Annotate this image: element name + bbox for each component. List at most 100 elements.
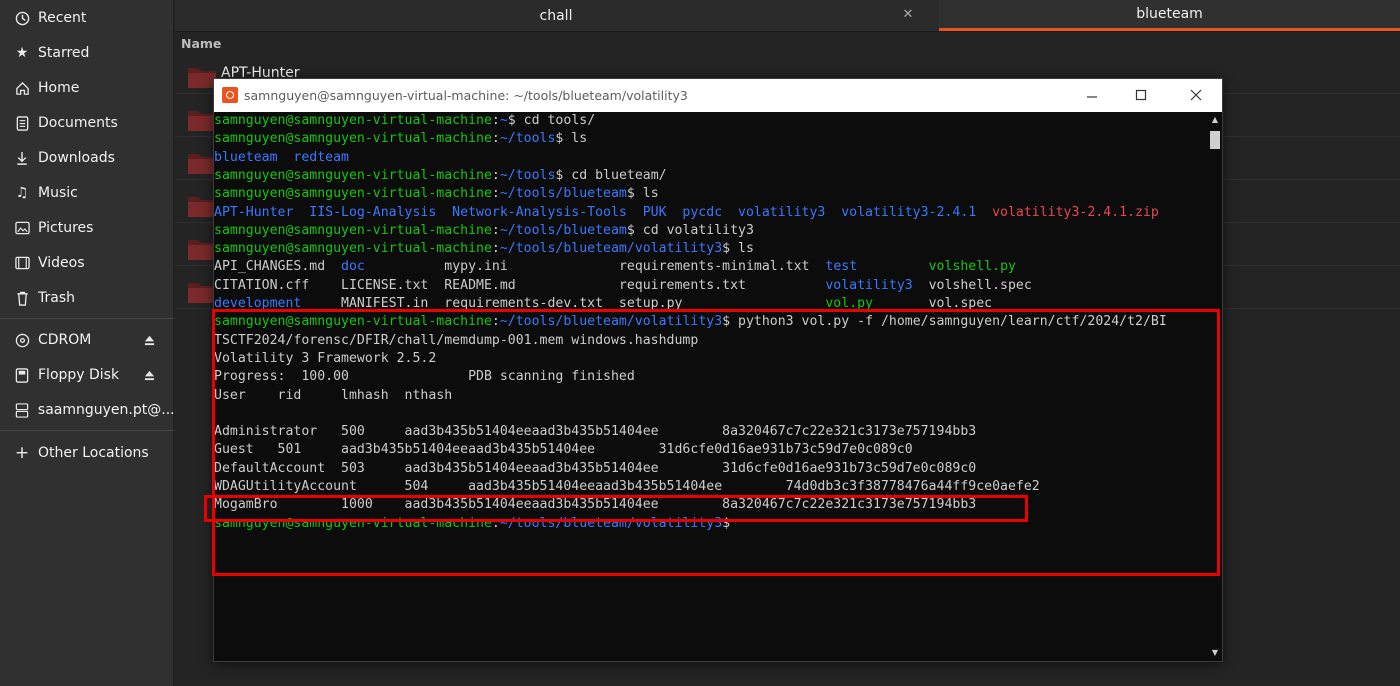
sidebar-item-label: Pictures (38, 220, 94, 236)
sidebar-item-label: saamnguyen.pt@... (37, 402, 174, 418)
sidebar-separator (0, 318, 174, 319)
terminal-text-segment: volatility3-2.4.1.zip (992, 204, 1159, 220)
close-icon[interactable]: ✕ (901, 8, 915, 22)
sidebar-item-documents[interactable]: Documents (0, 108, 174, 138)
scrollbar-thumb[interactable] (1210, 131, 1220, 149)
home-icon (14, 80, 30, 96)
terminal-text-segment: volshell.py (928, 259, 1016, 275)
terminal-line: WDAGUtilityAccount 504 aad3b435b51404eea… (214, 478, 1208, 496)
sidebar-item-label: Home (38, 80, 80, 96)
music-icon: ♫ (15, 185, 29, 201)
terminal-text-segment: vol.py (825, 296, 873, 311)
disc-icon (14, 332, 30, 348)
download-icon (14, 150, 30, 166)
sidebar-item-home[interactable]: Home (0, 73, 174, 103)
sidebar-item-recent[interactable]: Recent (0, 3, 174, 33)
sidebar-item-label: Trash (38, 290, 75, 306)
terminal-text-segment: User rid lmhash nthash (214, 387, 453, 403)
terminal-text-segment: $ (722, 515, 739, 531)
terminal-text-segment: test (825, 259, 858, 275)
sidebar-item-cdrom[interactable]: CDROM (0, 325, 174, 355)
terminal-window[interactable]: samnguyen@samnguyen-virtual-machine: ~/t… (213, 78, 1223, 662)
terminal-text-segment: : (491, 131, 500, 147)
terminal-text-segment: CITATION.cff LICENSE.txt README.md requi… (214, 277, 826, 293)
sidebar-separator (0, 430, 174, 431)
tab-chall[interactable]: chall ✕ (175, 0, 937, 31)
terminal-text-segment: $ ls (555, 131, 588, 147)
sidebar: Recent ★ Starred Home Documents Download… (0, 0, 174, 686)
terminal-line: Volatility 3 Framework 2.5.2 (214, 350, 1208, 368)
sidebar-item-other-locations[interactable]: + Other Locations (0, 438, 174, 468)
terminal-scrollbar[interactable]: ▲ ▼ (1208, 112, 1222, 661)
eject-icon[interactable] (142, 368, 156, 382)
terminal-text-segment: : (491, 113, 500, 128)
terminal-text-segment: samnguyen@samnguyen-virtual-machine (214, 113, 492, 128)
trash-icon (14, 290, 30, 306)
maximize-button[interactable] (1129, 85, 1153, 105)
terminal-line: APT-Hunter IIS-Log-Analysis Network-Anal… (214, 204, 1208, 222)
close-button[interactable] (1184, 85, 1208, 105)
terminal-line: API_CHANGES.md doc mypy.ini requirements… (214, 258, 1208, 276)
sidebar-item-label: Floppy Disk (38, 367, 120, 383)
terminal-text-segment: samnguyen@samnguyen-virtual-machine (214, 222, 492, 238)
sidebar-item-downloads[interactable]: Downloads (0, 143, 174, 173)
terminal-text-segment: : (491, 314, 500, 330)
terminal-text-segment: Administrator 500 aad3b435b51404eeaad3b4… (214, 424, 977, 440)
sidebar-item-pictures[interactable]: Pictures (0, 213, 174, 243)
terminal-text-segment: vol.spec (873, 296, 993, 311)
terminal-text-segment: ~ (499, 113, 508, 128)
terminal-text-segment: $ cd blueteam/ (555, 167, 667, 183)
terminal-line: User rid lmhash nthash (214, 387, 1208, 405)
window-title: samnguyen@samnguyen-virtual-machine: ~/t… (244, 88, 688, 103)
document-icon (14, 115, 30, 131)
terminal-text-segment: ~/tools/blueteam/volatility3 (499, 241, 723, 257)
terminal-line: samnguyen@samnguyen-virtual-machine:~/to… (214, 222, 1208, 240)
sidebar-item-label: Videos (38, 255, 85, 271)
terminal-text-segment: $ ls (626, 186, 659, 202)
terminal-text-segment: samnguyen@samnguyen-virtual-machine (214, 314, 492, 330)
sidebar-item-label: Starred (38, 45, 90, 61)
terminal-text-segment: ~/tools (499, 131, 556, 147)
terminal-text-segment: TSCTF2024/forensc/DFIR/chall/memdump-001… (214, 332, 699, 348)
scroll-up-icon[interactable]: ▲ (1211, 116, 1219, 124)
sidebar-item-trash[interactable]: Trash (0, 283, 174, 313)
sidebar-item-videos[interactable]: Videos (0, 248, 174, 278)
terminal-line: samnguyen@samnguyen-virtual-machine:~/to… (214, 240, 1208, 258)
terminal-text-segment: samnguyen@samnguyen-virtual-machine (214, 186, 492, 202)
terminal-text-segment: ~/tools (499, 167, 556, 183)
terminal-text-segment: $ ls (722, 241, 754, 257)
terminal-text-segment: blueteam redteam (214, 149, 349, 165)
terminal-output[interactable]: samnguyen@samnguyen-virtual-machine:~$ c… (214, 112, 1208, 661)
sidebar-item-label: Recent (38, 10, 87, 26)
eject-icon[interactable] (142, 333, 156, 347)
plus-icon: + (14, 443, 30, 463)
sidebar-item-label: Documents (38, 115, 118, 131)
terminal-line: samnguyen@samnguyen-virtual-machine:~/to… (214, 185, 1208, 203)
terminal-text-segment: volshell.spec (912, 277, 1032, 293)
terminal-line: blueteam redteam (214, 149, 1208, 167)
tab-blueteam[interactable]: blueteam (939, 0, 1400, 31)
terminal-line: Guest 501 aad3b435b51404eeaad3b435b51404… (214, 441, 1208, 459)
sidebar-item-starred[interactable]: ★ Starred (0, 38, 174, 68)
tab-label: blueteam (1136, 6, 1203, 22)
terminal-titlebar[interactable]: samnguyen@samnguyen-virtual-machine: ~/t… (214, 79, 1222, 112)
terminal-line: DefaultAccount 503 aad3b435b51404eeaad3b… (214, 460, 1208, 478)
minimize-button[interactable] (1080, 85, 1104, 105)
terminal-text-segment: ~/tools/blueteam/volatility3 (499, 314, 723, 330)
sidebar-item-network-share[interactable]: saamnguyen.pt@... (0, 395, 174, 425)
sidebar-item-music[interactable]: ♫ Music (0, 178, 174, 208)
column-header-name[interactable]: Name (175, 32, 1400, 56)
picture-icon (14, 220, 30, 236)
tab-bar: chall ✕ blueteam (175, 0, 1400, 32)
terminal-line: Administrator 500 aad3b435b51404eeaad3b4… (214, 423, 1208, 441)
video-icon (14, 255, 30, 271)
terminal-text-segment: samnguyen@samnguyen-virtual-machine (214, 241, 492, 257)
sidebar-item-label: Music (38, 185, 78, 201)
sidebar-item-floppy[interactable]: Floppy Disk (0, 360, 174, 390)
terminal-text-segment: : (491, 167, 500, 183)
scroll-down-icon[interactable]: ▼ (1211, 649, 1219, 657)
terminal-text-segment: doc (341, 259, 365, 275)
terminal-text-segment: API_CHANGES.md (214, 259, 342, 275)
terminal-text-segment: ~/tools/blueteam (499, 222, 627, 238)
terminal-text-segment: Progress: 100.00 PDB scanning finished (214, 369, 635, 385)
